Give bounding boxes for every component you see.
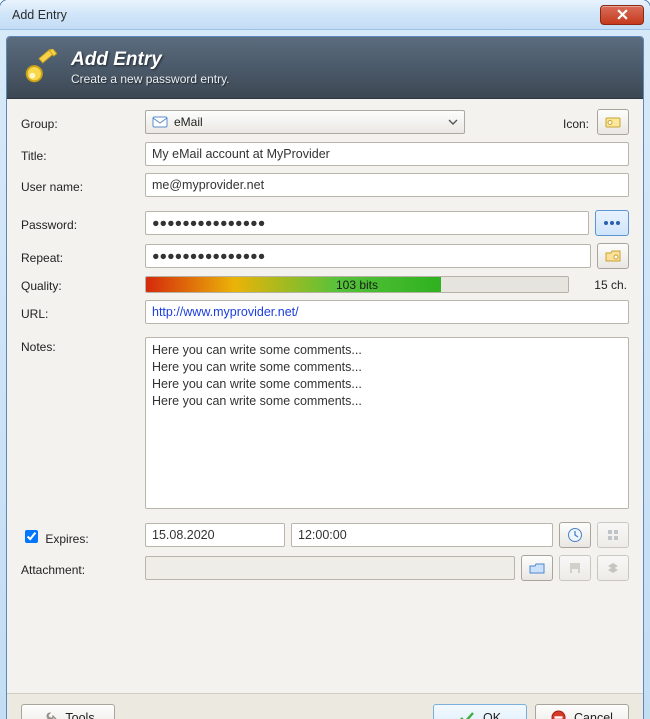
group-dropdown[interactable]: eMail — [145, 110, 465, 134]
title-input[interactable] — [145, 142, 629, 166]
title-label: Title: — [21, 146, 139, 163]
url-label: URL: — [21, 304, 139, 321]
banner: Add Entry Create a new password entry. — [7, 37, 643, 99]
expires-label-wrap: Expires: — [21, 524, 139, 546]
expires-preset-button[interactable] — [559, 522, 591, 548]
dots-icon — [603, 218, 621, 228]
attachment-label: Attachment: — [21, 560, 139, 577]
clock-icon — [567, 527, 583, 543]
add-entry-dialog: Add Entry Add Entry Create a new passwor… — [0, 0, 650, 719]
form: Group: eMail Icon: — [7, 99, 643, 693]
url-input[interactable] — [145, 300, 629, 324]
group-label: Group: — [21, 114, 139, 131]
icon-label: Icon: — [563, 114, 589, 131]
expires-extra-button[interactable] — [597, 522, 629, 548]
folder-key-icon — [605, 249, 621, 263]
tools-button[interactable]: Tools — [21, 704, 115, 719]
client-area: Add Entry Create a new password entry. G… — [6, 36, 644, 719]
cancel-icon — [551, 710, 566, 719]
close-button[interactable] — [600, 5, 644, 25]
key-icon — [21, 49, 59, 87]
banner-sub: Create a new password entry. — [71, 72, 230, 86]
expires-checkbox[interactable] — [25, 530, 38, 543]
folder-open-icon — [529, 561, 545, 575]
grid-icon — [606, 528, 620, 542]
attachment-open-button[interactable] — [521, 555, 553, 581]
banner-heading: Add Entry — [71, 49, 230, 71]
check-icon — [459, 711, 475, 719]
repeat-label: Repeat: — [21, 248, 139, 265]
username-input[interactable] — [145, 173, 629, 197]
titlebar[interactable]: Add Entry — [0, 0, 650, 30]
key-small-icon — [605, 115, 621, 129]
expires-date-input[interactable] — [145, 523, 285, 547]
password-input[interactable] — [145, 211, 589, 235]
window-title: Add Entry — [12, 8, 67, 22]
notes-label: Notes: — [21, 337, 139, 354]
quality-bar: 103 bits — [145, 276, 569, 293]
attachment-input[interactable] — [145, 556, 515, 580]
attachment-save-button[interactable] — [559, 555, 591, 581]
envelope-icon — [152, 115, 168, 129]
expires-time-input[interactable] — [291, 523, 553, 547]
username-label: User name: — [21, 177, 139, 194]
expires-label: Expires: — [45, 532, 88, 546]
generate-password-button[interactable] — [597, 243, 629, 269]
reveal-password-button[interactable] — [595, 210, 629, 236]
repeat-input[interactable] — [145, 244, 591, 268]
attachment-remove-button[interactable] — [597, 555, 629, 581]
quality-chars: 15 ch. — [575, 278, 629, 292]
quality-text: 103 bits — [146, 277, 568, 292]
chevron-down-icon — [448, 119, 458, 125]
icon-picker-button[interactable] — [597, 109, 629, 135]
group-value: eMail — [174, 115, 442, 129]
quality-label: Quality: — [21, 276, 139, 293]
notes-input[interactable] — [145, 337, 629, 509]
ok-button[interactable]: OK — [433, 704, 527, 719]
button-bar: Tools OK Cancel — [7, 693, 643, 719]
close-icon — [617, 9, 628, 20]
banner-text: Add Entry Create a new password entry. — [71, 49, 230, 86]
password-label: Password: — [21, 215, 139, 232]
disk-icon — [568, 561, 582, 575]
tools-icon — [41, 710, 57, 719]
remove-icon — [606, 561, 620, 575]
cancel-button[interactable]: Cancel — [535, 704, 629, 719]
